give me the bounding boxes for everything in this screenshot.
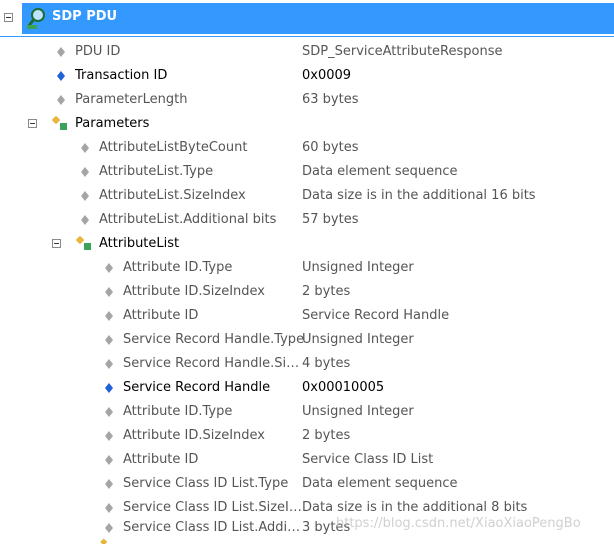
header-divider (0, 36, 614, 37)
row-value: Service Record Handle (302, 308, 450, 323)
property-icon (81, 215, 89, 225)
tree-row-parameter-length[interactable]: ParameterLength 63 bytes (0, 88, 614, 111)
tree-row-attributelist-sizeindex[interactable]: AttributeList.SizeIndex Data size is in … (0, 184, 614, 207)
row-label: Attribute ID.SizeIndex (123, 428, 265, 443)
tree-row-service-record-handle-type[interactable]: Service Record Handle.Type Unsigned Inte… (0, 328, 614, 351)
row-label: AttributeListByteCount (99, 140, 248, 155)
tree-row-service-record-handle[interactable]: Service Record Handle 0x00010005 (0, 376, 614, 399)
row-label: Transaction ID (75, 68, 168, 83)
row-label: Parameters (75, 116, 150, 131)
property-icon (105, 359, 113, 369)
partial-group-icon (100, 538, 108, 544)
property-icon (105, 455, 113, 465)
tree-row-attribute-id-type-2[interactable]: Attribute ID.Type Unsigned Integer (0, 400, 614, 423)
property-icon (105, 335, 113, 345)
tree-row-attribute-id-sizeindex-2[interactable]: Attribute ID.SizeIndex 2 bytes (0, 424, 614, 447)
property-icon (81, 143, 89, 153)
row-value: Unsigned Integer (302, 332, 414, 347)
collapse-toggle-attributelist[interactable] (52, 239, 61, 248)
tree-header-row[interactable]: SDP PDU (0, 0, 614, 37)
property-icon (57, 47, 65, 57)
row-value: Service Class ID List (302, 452, 434, 467)
tree-row-attributelist-bytecount[interactable]: AttributeListByteCount 60 bytes (0, 136, 614, 159)
tree-row-attributelist[interactable]: AttributeList (0, 232, 614, 255)
tree-row-attribute-id[interactable]: Attribute ID Service Record Handle (0, 304, 614, 327)
property-icon (81, 191, 89, 201)
row-value: Data element sequence (302, 164, 458, 179)
collapse-toggle-sdp-pdu[interactable] (4, 13, 13, 22)
property-icon (105, 311, 113, 321)
tree-row-attribute-id-2[interactable]: Attribute ID Service Class ID List (0, 448, 614, 471)
row-value: 4 bytes (302, 356, 351, 371)
header-title: SDP PDU (52, 9, 118, 24)
row-value: 0x00010005 (302, 380, 385, 395)
property-icon (105, 287, 113, 297)
row-label: AttributeList.Additional bits (99, 212, 277, 227)
tree-row-service-class-id-list-type[interactable]: Service Class ID List.Type Data element … (0, 472, 614, 495)
row-label: Service Class ID List.Addi… (123, 520, 301, 535)
row-label: Service Record Handle.Type (123, 332, 305, 347)
row-label: Service Record Handle (123, 380, 271, 395)
property-icon (105, 523, 113, 533)
row-value: 63 bytes (302, 92, 359, 107)
tree-row-attributelist-additional-bits[interactable]: AttributeList.Additional bits 57 bytes (0, 208, 614, 231)
property-icon (105, 263, 113, 273)
row-value: 3 bytes (302, 520, 351, 535)
row-label: Service Class ID List.SizeI… (123, 500, 302, 515)
structure-group-icon (75, 235, 91, 250)
row-value: SDP_ServiceAttributeResponse (302, 44, 503, 59)
property-icon (105, 479, 113, 489)
row-label: AttributeList.SizeIndex (99, 188, 246, 203)
row-value: Data size is in the additional 8 bits (302, 500, 528, 515)
tree-row-transaction-id[interactable]: Transaction ID 0x0009 (0, 64, 614, 87)
row-label: Attribute ID.SizeIndex (123, 284, 265, 299)
property-icon (81, 167, 89, 177)
row-label: Attribute ID.Type (123, 404, 233, 419)
row-label: Attribute ID.Type (123, 260, 233, 275)
row-value: Data element sequence (302, 476, 458, 491)
tree-row-parameters[interactable]: Parameters (0, 112, 614, 135)
row-value: Unsigned Integer (302, 404, 414, 419)
property-key-icon (57, 71, 65, 81)
row-label: Service Class ID List.Type (123, 476, 289, 491)
row-label: AttributeList (99, 236, 180, 251)
row-label: ParameterLength (75, 92, 188, 107)
tree-row-service-class-id-list-additional[interactable]: Service Class ID List.Addi… 3 bytes (0, 516, 614, 539)
property-key-icon (105, 383, 113, 393)
row-value: 2 bytes (302, 284, 351, 299)
row-label: PDU ID (75, 44, 121, 59)
row-label: Attribute ID (123, 452, 199, 467)
structure-group-icon (51, 115, 67, 130)
tree-row-attributelist-type[interactable]: AttributeList.Type Data element sequence (0, 160, 614, 183)
row-label: AttributeList.Type (99, 164, 214, 179)
property-icon (105, 503, 113, 513)
row-value: Unsigned Integer (302, 260, 414, 275)
row-value: 0x0009 (302, 68, 352, 83)
row-value: 2 bytes (302, 428, 351, 443)
collapse-toggle-parameters[interactable] (28, 119, 37, 128)
property-icon (105, 407, 113, 417)
property-icon (105, 431, 113, 441)
tree-row-attribute-id-type[interactable]: Attribute ID.Type Unsigned Integer (0, 256, 614, 279)
row-value: 57 bytes (302, 212, 359, 227)
tree-row-attribute-id-sizeindex[interactable]: Attribute ID.SizeIndex 2 bytes (0, 280, 614, 303)
row-label: Service Record Handle.Si… (123, 356, 300, 371)
property-icon (57, 95, 65, 105)
search-protocol-icon (26, 8, 45, 29)
row-value: Data size is in the additional 16 bits (302, 188, 536, 203)
tree-row-pdu-id[interactable]: PDU ID SDP_ServiceAttributeResponse (0, 40, 614, 63)
row-label: Attribute ID (123, 308, 199, 323)
tree-row-service-record-handle-sizeindex[interactable]: Service Record Handle.Si… 4 bytes (0, 352, 614, 375)
row-value: 60 bytes (302, 140, 359, 155)
